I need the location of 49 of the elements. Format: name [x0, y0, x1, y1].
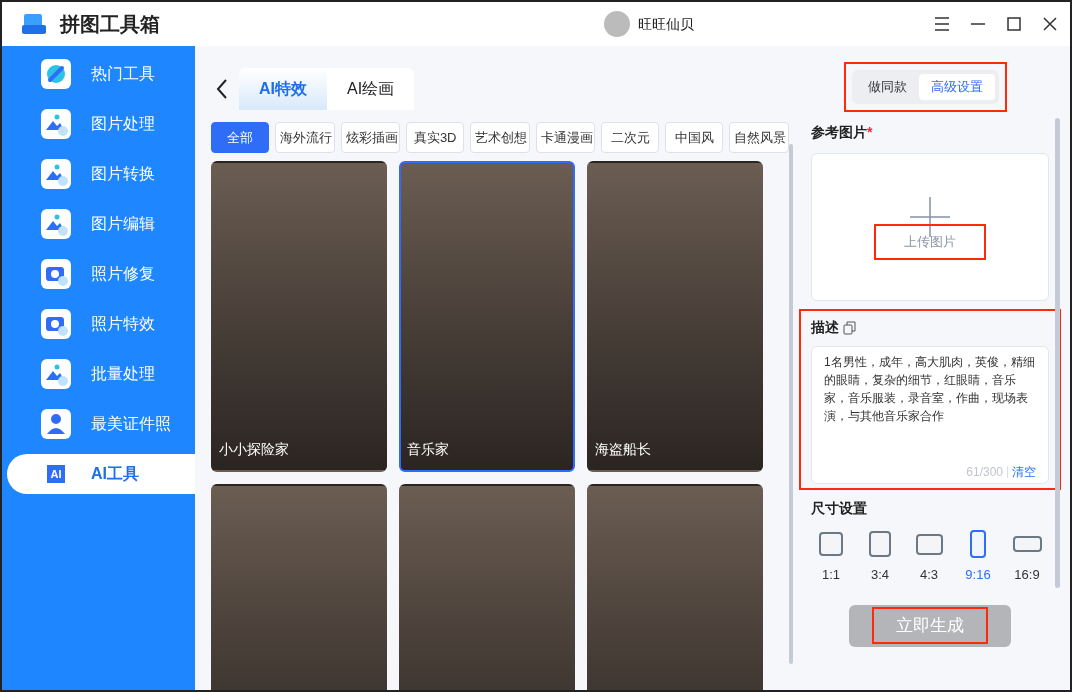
aspect-ratio-option[interactable]: 9:16 [958, 529, 998, 585]
style-card[interactable]: 海盗船长 [587, 161, 763, 472]
section-label: 描述 [811, 318, 839, 337]
menu-icon[interactable] [932, 14, 952, 34]
card-caption: 音乐家 [407, 440, 449, 459]
aspect-ratio-option[interactable]: 4:3 [909, 529, 949, 585]
card-caption: 海盗船长 [595, 440, 651, 459]
maximize-icon[interactable] [1004, 14, 1024, 34]
sidebar-item[interactable]: 照片特效 [7, 304, 195, 344]
sidebar-item[interactable]: 热门工具 [7, 54, 195, 94]
category-chip[interactable]: 卡通漫画 [535, 122, 596, 153]
section-label: 尺寸设置 [811, 499, 868, 518]
category-chip[interactable]: 中国风 [665, 122, 724, 153]
sidebar-item[interactable]: 图片转换 [7, 154, 195, 194]
sidebar-item[interactable]: AI AI工具 [7, 454, 195, 494]
person-icon [41, 409, 71, 439]
sidebar-item[interactable]: 图片处理 [7, 104, 195, 144]
category-chip[interactable]: 炫彩插画 [340, 122, 401, 153]
window-title: 拼图工具箱 [60, 12, 160, 37]
category-chip[interactable]: 海外流行 [275, 122, 335, 153]
section-label: 参考图片 [811, 124, 867, 140]
category-chip[interactable]: 二次元 [601, 122, 660, 153]
required-mark: * [867, 124, 873, 140]
character-counter: 61/300 [966, 464, 1003, 481]
clear-link[interactable]: 清空 [1012, 463, 1036, 481]
mode-tab[interactable]: 高级设置 [919, 74, 995, 100]
category-chip[interactable]: 全部 [211, 122, 269, 153]
toolbox-logo-icon [22, 13, 46, 35]
scrollbar[interactable] [1055, 118, 1060, 588]
style-card[interactable]: 音乐家 [399, 161, 575, 472]
description-field[interactable]: 1名男性，成年，高大肌肉，英俊，精细的眼睛，复杂的细节，红眼睛，音乐家，音乐服装，录音室，作曲，现场表演，与其他音乐家合作 61/300 清空 [811, 346, 1049, 484]
category-chip[interactable]: 真实3D [406, 122, 465, 153]
aspect-ratio-option[interactable]: 3:4 [860, 529, 900, 585]
sidebar-item[interactable]: 批量处理 [7, 354, 195, 394]
tab[interactable]: AI绘画 [327, 68, 415, 110]
user-name[interactable]: 旺旺仙贝 [638, 13, 694, 35]
card-caption: 小小探险家 [219, 440, 289, 459]
style-card[interactable]: 小小探险家 [211, 161, 387, 472]
sidebar-item[interactable]: 最美证件照 [7, 404, 195, 444]
upload-label: 上传图片 [876, 226, 984, 258]
sidebar-item[interactable]: 图片编辑 [7, 204, 195, 244]
aspect-ratio-option[interactable]: 1:1 [811, 529, 851, 585]
sidebar-item[interactable]: 照片修复 [7, 254, 195, 294]
category-chip[interactable]: 艺术创想 [470, 122, 530, 153]
scrollbar[interactable] [789, 144, 793, 664]
aspect-ratio-option[interactable]: 16:9 [1007, 529, 1047, 585]
mode-tab[interactable]: 做同款 [856, 74, 919, 100]
copy-icon[interactable] [843, 320, 857, 335]
category-chip[interactable]: 自然风景 [729, 122, 789, 153]
